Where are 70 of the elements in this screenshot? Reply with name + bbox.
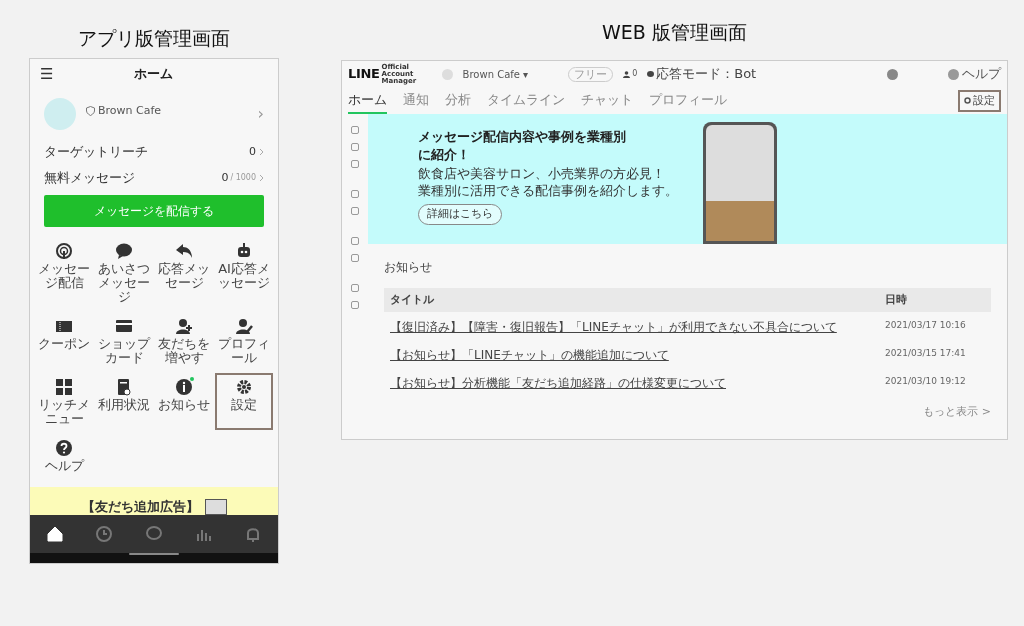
home-indicator — [129, 553, 179, 555]
photo-placeholder — [204, 499, 227, 515]
stat-label: 無料メッセージ — [44, 169, 136, 188]
avatar-placeholder — [441, 68, 453, 80]
column-header: タイトル — [390, 291, 435, 308]
menu-tile[interactable]: お知らせ — [155, 373, 213, 430]
menu-tile[interactable]: 設定 — [215, 373, 273, 430]
table-cell-text: 2021/03/10 19:12 — [885, 375, 967, 389]
nav-tab[interactable]: 通知 — [403, 89, 429, 114]
shield-icon — [86, 106, 95, 117]
promo-title: メッセージ配信内容や事例を業種別に紹介！ — [418, 128, 627, 164]
nav-tab[interactable]: プロフィール — [649, 89, 727, 114]
chevron-icon — [259, 174, 264, 182]
menu-tile[interactable]: AI応答メッセージ — [215, 237, 273, 308]
nav-tab[interactable] — [45, 525, 64, 543]
details-button[interactable]: 詳細はこちら — [418, 204, 502, 225]
nav-tab[interactable]: タイムライン — [487, 89, 565, 114]
document-icon — [115, 378, 133, 396]
notice-link[interactable]: 【復旧済み】【障害・復旧報告】「LINEチャット」が利用できない不具合について — [390, 320, 837, 334]
menu-button[interactable]: ☰ — [40, 62, 54, 86]
menu-tile[interactable]: ショップカード — [95, 312, 153, 369]
avatar-placeholder — [44, 98, 76, 130]
notice-link[interactable]: 【お知らせ】「LINEチャット」の機能追加について — [390, 348, 669, 362]
section-title: お知らせ — [384, 259, 433, 276]
home-icon — [45, 525, 64, 543]
stat-value: 0 — [249, 143, 256, 160]
nav-tab[interactable]: チャット — [581, 89, 633, 114]
reply-arrow-icon — [175, 242, 193, 260]
panel-heading: アプリ版管理画面 — [78, 26, 230, 51]
menu-tile[interactable]: 利用状況 — [95, 373, 153, 430]
account-name: Brown Cafe — [98, 103, 162, 119]
screen-title: ホーム — [133, 65, 175, 84]
menu-tile[interactable]: 友だちを増やす — [155, 312, 213, 369]
response-mode: 応答モード：Bot — [656, 65, 757, 84]
chevron-icon: › — [257, 102, 264, 126]
antenna-icon — [55, 242, 73, 260]
stat-row[interactable]: ターゲットリーチ 0 — [30, 139, 278, 165]
menu-tile[interactable]: リッチメニュー — [35, 373, 93, 430]
help-link[interactable]: ヘルプ — [948, 64, 1001, 84]
stat-limit: / 1000 — [230, 172, 256, 184]
menu-tile[interactable]: クーポン — [35, 312, 93, 369]
menu-tile[interactable]: あいさつメッセージ — [95, 237, 153, 308]
banner-text: 【友だち追加広告】 — [81, 499, 199, 515]
column-header: 日時 — [885, 291, 908, 308]
menu-tile[interactable]: プロフィール — [215, 312, 273, 369]
robot-icon — [235, 242, 253, 260]
info-icon — [175, 378, 193, 396]
grid-icon — [55, 378, 73, 396]
notice-link[interactable]: 【お知らせ】分析機能「友だち追加経路」の仕様変更について — [390, 376, 726, 390]
chevron-icon — [259, 148, 264, 156]
card-icon — [115, 317, 133, 335]
menu-tile[interactable]: メッセージ配信 — [35, 237, 93, 308]
person-plus-icon — [175, 317, 193, 335]
menu-tile[interactable]: 応答メッセージ — [155, 237, 213, 308]
promo-text: 飲食店や美容サロン、小売業界の方必見！ — [418, 166, 666, 181]
settings-button[interactable]: 設定 — [958, 89, 1001, 112]
nav-tab[interactable]: 分析 — [445, 89, 471, 114]
table-cell-text: 2021/03/17 10:16 — [885, 319, 967, 333]
account-switcher[interactable]: Brown Cafe ▾ — [462, 66, 529, 82]
table-cell-text: 2021/03/15 17:41 — [885, 347, 967, 361]
stat-value: 0 — [221, 169, 229, 186]
more-link[interactable]: もっと表示 > — [923, 404, 991, 421]
logo-text: LINE — [348, 65, 380, 84]
stat-label: ターゲットリーチ — [44, 143, 149, 162]
person-pen-icon — [235, 317, 253, 335]
promo-text: 業種別に活用できる配信事例を紹介します。 — [418, 183, 679, 198]
stat-row[interactable]: 無料メッセージ 0 / 1000 — [30, 165, 278, 191]
friend-count: 0 — [632, 68, 638, 80]
panel-heading: WEB 版管理画面 — [602, 20, 747, 45]
menu-tile[interactable]: ヘルプ — [35, 434, 93, 484]
